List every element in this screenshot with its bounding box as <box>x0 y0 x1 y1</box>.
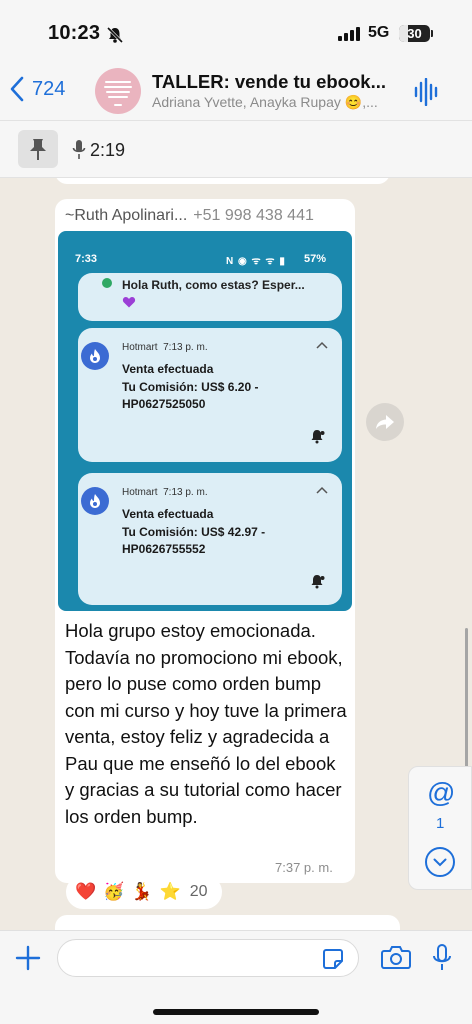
sticker-icon[interactable] <box>322 948 344 970</box>
unread-count: 724 <box>32 77 66 100</box>
message-sender[interactable]: ~Ruth Apolinari... +51 998 438 441 <box>65 207 314 225</box>
message-image[interactable]: 7:33 N ◉ ᯤ ᯤ ▮ 57% Hola Ruth, como estas… <box>58 231 352 611</box>
home-indicator <box>153 1009 319 1015</box>
notification-card: Hotmart 7:13 p. m. Venta efectuada Tu Co… <box>78 473 342 605</box>
status-time: 10:23 <box>48 22 101 44</box>
camera-icon[interactable] <box>381 945 411 969</box>
notification-title: Venta efectuada <box>122 362 214 376</box>
jump-panel: @ 1 <box>408 766 472 890</box>
notification-card: Hola Ruth, como estas? Esper... <box>78 273 342 321</box>
pin-icon <box>30 139 46 160</box>
notification-app: Hotmart 7:13 p. m. <box>122 342 208 353</box>
notification-preview: Hola Ruth, como estas? Esper... <box>122 278 305 292</box>
battery-cap <box>431 30 433 37</box>
forward-icon <box>376 415 394 429</box>
chevron-down-icon <box>433 858 447 866</box>
reaction-heart: ❤️ <box>75 882 97 901</box>
message-reactions[interactable]: ❤️ 🥳 💃 ⭐ 20 <box>66 875 222 909</box>
mention-button[interactable]: @ <box>427 777 455 809</box>
chevron-up-icon <box>316 341 328 349</box>
microphone-icon[interactable] <box>432 943 452 973</box>
notification-title: Venta efectuada <box>122 507 214 521</box>
composer-bar <box>0 930 472 1024</box>
reaction-party: 🥳 <box>103 882 125 901</box>
notification-app: Hotmart 7:13 p. m. <box>122 487 208 498</box>
bell-icon <box>307 572 327 592</box>
screenshot-status-icons: N ◉ ᯤ ᯤ ▮ <box>226 256 286 267</box>
pinned-message-bar[interactable]: 2:19 <box>0 120 472 178</box>
battery-percent: 30 <box>407 26 422 41</box>
forward-button[interactable] <box>366 403 404 441</box>
chat-title[interactable]: TALLER: vende tu ebook... <box>152 71 386 93</box>
message-bubble[interactable]: ~Ruth Apolinari... +51 998 438 441 7:33 N… <box>55 199 355 883</box>
message-text: Hola grupo estoy emocionada. Todavía no … <box>65 620 347 827</box>
whatsapp-icon <box>100 276 114 290</box>
bell-icon <box>307 427 327 447</box>
pinned-audio-duration: 2:19 <box>90 140 126 160</box>
previous-message-bubble[interactable] <box>55 178 390 184</box>
reaction-dancer: 💃 <box>131 882 153 901</box>
cellular-signal-icon <box>338 27 360 41</box>
back-button[interactable]: 724 <box>10 76 65 102</box>
pin-button[interactable] <box>18 130 58 168</box>
message-input[interactable] <box>57 939 359 977</box>
status-bar: 10:23 5G 30 <box>0 0 472 62</box>
screenshot-time: 7:33 <box>75 253 98 265</box>
mention-count: 1 <box>436 815 445 832</box>
group-avatar[interactable] <box>95 68 141 114</box>
hotmart-icon <box>81 342 109 370</box>
notification-card: Hotmart 7:13 p. m. Venta efectuada Tu Co… <box>78 328 342 462</box>
next-message-bubble[interactable] <box>55 915 400 930</box>
sender-phone: +51 998 438 441 <box>193 207 314 224</box>
voice-chat-icon[interactable] <box>414 78 440 106</box>
battery-icon: 30 <box>399 25 430 42</box>
screenshot-battery: 57% <box>304 253 327 265</box>
bell-slash-icon <box>106 26 124 44</box>
hotmart-icon <box>81 487 109 515</box>
network-type: 5G <box>368 24 390 41</box>
message-time: 7:37 p. m. <box>275 860 333 875</box>
notification-body: Tu Comisión: US$ 42.97 - HP0626755552 <box>122 525 266 556</box>
chat-members[interactable]: Adriana Yvette, Anayka Rupay 😊,... <box>152 94 378 111</box>
chat-header: 724 TALLER: vende tu ebook... Adriana Yv… <box>0 62 472 120</box>
reaction-count: 20 <box>189 883 208 900</box>
plus-icon[interactable] <box>14 944 42 972</box>
notification-body: Tu Comisión: US$ 6.20 - HP0627525050 <box>122 380 259 411</box>
chevron-left-icon <box>10 76 24 102</box>
microphone-icon <box>72 140 86 159</box>
scroll-to-bottom-button[interactable] <box>425 847 455 877</box>
reaction-star: ⭐ <box>159 882 181 901</box>
chat-area[interactable]: ~Ruth Apolinari... +51 998 438 441 7:33 N… <box>0 178 472 930</box>
purple-heart-icon <box>122 297 136 308</box>
chevron-up-icon <box>316 486 328 494</box>
sender-name: ~Ruth Apolinari... <box>65 207 188 224</box>
